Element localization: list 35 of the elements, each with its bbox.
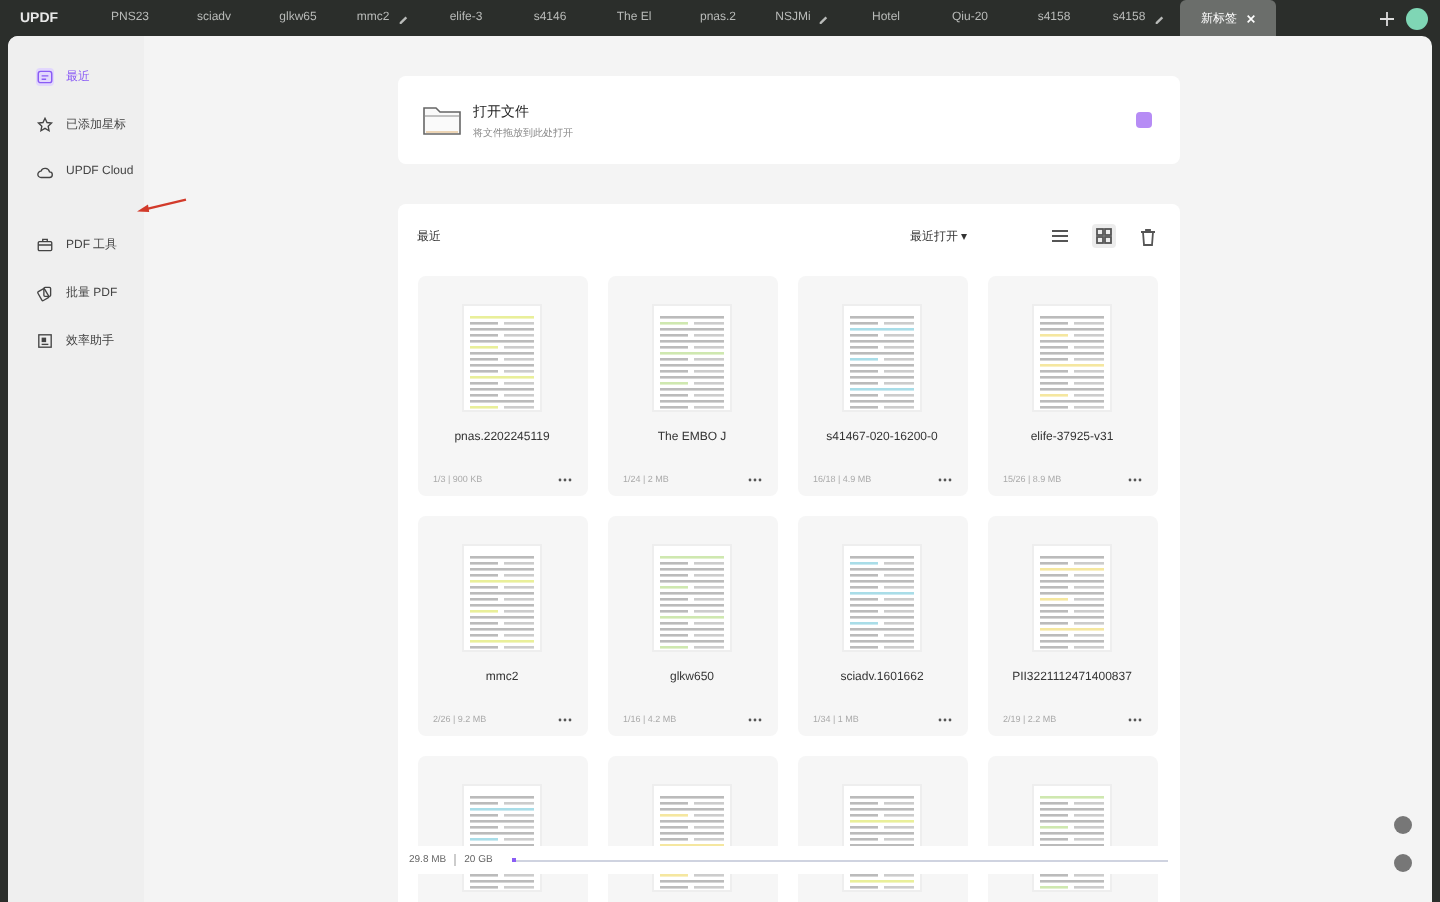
pencil-icon — [397, 13, 408, 23]
more-button[interactable] — [557, 474, 571, 484]
pencil-icon — [818, 13, 829, 23]
document-thumbnail — [842, 544, 922, 652]
more-button[interactable] — [747, 714, 761, 724]
cloud-icon — [36, 163, 54, 181]
document-thumbnail — [652, 544, 732, 652]
grid-view-button[interactable] — [1091, 224, 1115, 248]
pencil-icon — [1153, 13, 1164, 23]
document-thumbnail — [842, 304, 922, 412]
more-button[interactable] — [1127, 714, 1141, 724]
more-button[interactable] — [747, 474, 761, 484]
document-thumbnail — [652, 304, 732, 412]
list-view-button[interactable] — [1047, 224, 1071, 248]
toolbox-icon — [36, 235, 54, 253]
folder-icon — [421, 104, 461, 136]
app-badge-icon[interactable] — [1135, 112, 1151, 128]
arrow-icon — [136, 198, 188, 214]
document-thumbnail — [1032, 304, 1112, 412]
document-thumbnail — [462, 304, 542, 412]
close-icon[interactable] — [1245, 13, 1255, 23]
plus-icon — [1380, 11, 1394, 25]
document-thumbnail — [462, 544, 542, 652]
star-icon — [36, 115, 54, 133]
more-button[interactable] — [937, 474, 951, 484]
feedback-button[interactable] — [1394, 854, 1412, 872]
help-button[interactable] — [1394, 816, 1412, 834]
more-button[interactable] — [937, 714, 951, 724]
square-icon — [36, 331, 54, 349]
avatar[interactable] — [1406, 7, 1428, 29]
stacked-pages-icon — [36, 283, 54, 301]
document-thumbnail — [1032, 544, 1112, 652]
more-button[interactable] — [557, 714, 571, 724]
more-button[interactable] — [1127, 474, 1141, 484]
trash-button[interactable] — [1135, 223, 1159, 249]
